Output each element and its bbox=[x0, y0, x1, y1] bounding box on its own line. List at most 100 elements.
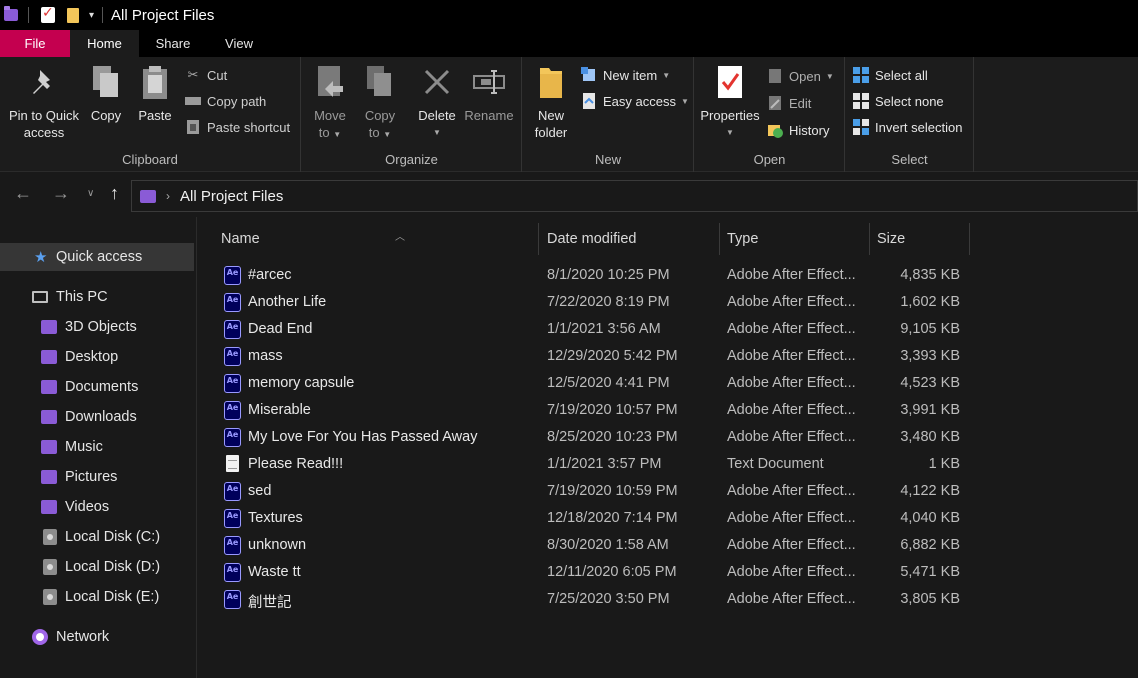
sidebar-item-label: Desktop bbox=[65, 349, 119, 365]
sidebar-item-pictures[interactable]: Pictures bbox=[0, 463, 194, 491]
file-date-modified: 8/30/2020 1:58 AM bbox=[547, 537, 669, 553]
delete-label: Delete bbox=[418, 108, 456, 123]
pin-to-quick-access-button[interactable]: Pin to Quick access bbox=[6, 63, 82, 141]
file-date-modified: 12/18/2020 7:14 PM bbox=[547, 510, 678, 526]
chevron-right-icon[interactable]: › bbox=[166, 189, 170, 203]
column-header-label: Name bbox=[221, 231, 260, 247]
back-arrow-icon[interactable]: ← bbox=[14, 183, 32, 204]
sidebar-item-desktop[interactable]: Desktop bbox=[0, 343, 194, 371]
sidebar-item-local-disk-d[interactable]: Local Disk (D:) bbox=[0, 553, 194, 581]
select-all-button[interactable]: Select all bbox=[853, 64, 928, 86]
open-button[interactable]: Open ▼ bbox=[767, 65, 834, 87]
table-row[interactable]: Ae 創世記 7/25/2020 3:50 PM Adobe After Effect… bbox=[218, 586, 968, 613]
table-row[interactable]: Ae Miserable 7/19/2020 10:57 PM Adobe After… bbox=[218, 397, 968, 424]
navigation-pane: ★ Quick access This PC 3D Objects Deskto… bbox=[0, 217, 197, 678]
table-row[interactable]: Please Read!!! 1/1/2021 3:57 PM Text Docum… bbox=[218, 451, 968, 478]
folder-icon[interactable] bbox=[4, 6, 18, 21]
paste-shortcut-icon bbox=[185, 119, 201, 135]
file-size: 3,805 KB bbox=[900, 591, 960, 607]
easy-access-icon bbox=[581, 93, 597, 109]
address-bar[interactable]: › All Project Files bbox=[131, 180, 1138, 212]
rename-button[interactable]: Rename bbox=[464, 63, 514, 124]
new-folder-quick-icon[interactable] bbox=[67, 7, 79, 23]
sidebar-item-videos[interactable]: Videos bbox=[0, 493, 194, 521]
column-header-type[interactable]: Type bbox=[721, 223, 870, 255]
select-none-label: Select none bbox=[875, 93, 944, 109]
table-row[interactable]: Ae Another Life 7/22/2020 8:19 PM Adobe Aft… bbox=[218, 289, 968, 316]
select-all-label: Select all bbox=[875, 67, 928, 83]
column-header-size[interactable]: Size bbox=[871, 223, 970, 255]
table-row[interactable]: Ae unknown 8/30/2020 1:58 AM Adobe After Ef… bbox=[218, 532, 968, 559]
sidebar-item-label: Local Disk (C:) bbox=[65, 529, 161, 545]
address-path[interactable]: All Project Files bbox=[180, 188, 283, 205]
tab-file[interactable]: File bbox=[0, 30, 70, 57]
tab-share[interactable]: Share bbox=[139, 30, 207, 57]
recent-locations-chevron-icon[interactable]: ∨ bbox=[87, 188, 94, 199]
file-type: Adobe After Effect... bbox=[727, 537, 856, 553]
sidebar-item-downloads[interactable]: Downloads bbox=[0, 403, 194, 431]
disk-icon bbox=[43, 589, 57, 605]
chevron-down-icon: ▼ bbox=[433, 128, 441, 137]
copy-path-button[interactable]: Copy path bbox=[185, 90, 266, 112]
move-to-button[interactable]: Move to ▼ bbox=[308, 63, 352, 143]
copy-to-button[interactable]: Copy to ▼ bbox=[358, 63, 402, 143]
file-type: Adobe After Effect... bbox=[727, 564, 856, 580]
sidebar-item-local-disk-e[interactable]: Local Disk (E:) bbox=[0, 583, 194, 611]
clipboard-group-label: Clipboard bbox=[122, 152, 178, 167]
table-row[interactable]: Ae #arcec 8/1/2020 10:25 PM Adobe After Eff… bbox=[218, 262, 968, 289]
history-button[interactable]: History bbox=[767, 119, 829, 141]
copy-to-label-1: Copy bbox=[364, 108, 396, 123]
table-row[interactable]: Ae Waste tt 12/11/2020 6:05 PM Adobe After … bbox=[218, 559, 968, 586]
computer-icon bbox=[32, 291, 48, 303]
table-row[interactable]: Ae My Love For You Has Passed Away 8/25/20… bbox=[218, 424, 968, 451]
invert-selection-icon bbox=[853, 119, 869, 135]
file-type: Adobe After Effect... bbox=[727, 429, 856, 445]
file-name: Another Life bbox=[248, 294, 327, 310]
sidebar-item-music[interactable]: Music bbox=[0, 433, 194, 461]
paste-button[interactable]: Paste bbox=[132, 63, 178, 124]
file-size: 3,480 KB bbox=[900, 429, 960, 445]
properties-quick-icon[interactable] bbox=[41, 4, 55, 23]
table-row[interactable]: Ae sed 7/19/2020 10:59 PM Adobe After Effec… bbox=[218, 478, 968, 505]
file-size: 4,040 KB bbox=[900, 510, 960, 526]
up-arrow-icon[interactable]: ↑ bbox=[110, 183, 119, 204]
table-row[interactable]: Ae mass 12/29/2020 5:42 PM Adobe After Effe… bbox=[218, 343, 968, 370]
file-date-modified: 7/19/2020 10:57 PM bbox=[547, 402, 678, 418]
file-type: Adobe After Effect... bbox=[727, 510, 856, 526]
column-header-name[interactable]: ︿ Name bbox=[221, 223, 539, 255]
forward-arrow-icon[interactable]: → bbox=[52, 183, 70, 204]
sidebar-item-label: Downloads bbox=[65, 409, 137, 425]
folder-icon bbox=[140, 189, 156, 203]
tab-home[interactable]: Home bbox=[70, 30, 139, 57]
sidebar-item-3d-objects[interactable]: 3D Objects bbox=[0, 313, 194, 341]
organize-group: Move to ▼ Copy to ▼ Delete ▼ Rename Orga… bbox=[302, 57, 522, 172]
sidebar-item-network[interactable]: Network bbox=[0, 623, 194, 651]
table-row[interactable]: Ae Textures 12/18/2020 7:14 PM Adobe After … bbox=[218, 505, 968, 532]
invert-selection-button[interactable]: Invert selection bbox=[853, 116, 962, 138]
new-folder-button[interactable]: New folder bbox=[529, 63, 573, 141]
sidebar-item-this-pc[interactable]: This PC bbox=[0, 283, 194, 311]
sidebar-item-documents[interactable]: Documents bbox=[0, 373, 194, 401]
move-to-label-2-text: to bbox=[318, 125, 330, 140]
select-none-button[interactable]: Select none bbox=[853, 90, 944, 112]
tab-view[interactable]: View bbox=[207, 30, 271, 57]
customize-toolbar-dropdown-icon[interactable]: ▾ bbox=[89, 10, 94, 21]
column-header-date-modified[interactable]: Date modified bbox=[541, 223, 720, 255]
ribbon-tabs: File Home Share View bbox=[0, 30, 1138, 57]
new-item-button[interactable]: New item ▼ bbox=[581, 64, 670, 86]
column-header-label: Size bbox=[877, 231, 906, 247]
file-date-modified: 12/5/2020 4:41 PM bbox=[547, 375, 670, 391]
easy-access-button[interactable]: Easy access ▼ bbox=[581, 90, 689, 112]
table-row[interactable]: Ae memory capsule 12/5/2020 4:41 PM Adobe A… bbox=[218, 370, 968, 397]
cut-button[interactable]: ✂ Cut bbox=[185, 64, 228, 86]
delete-button[interactable]: Delete ▼ bbox=[414, 63, 460, 141]
sidebar-item-quick-access[interactable]: ★ Quick access bbox=[0, 243, 194, 271]
paste-shortcut-button[interactable]: Paste shortcut bbox=[185, 116, 290, 138]
properties-button[interactable]: Properties ▼ bbox=[699, 63, 761, 141]
chevron-down-icon: ▼ bbox=[726, 128, 734, 137]
edit-button[interactable]: Edit bbox=[767, 92, 811, 114]
file-size: 1 KB bbox=[928, 456, 960, 472]
sidebar-item-local-disk-c[interactable]: Local Disk (C:) bbox=[0, 523, 194, 551]
copy-button[interactable]: Copy bbox=[84, 63, 128, 124]
table-row[interactable]: Ae Dead End 1/1/2021 3:56 AM Adobe After Ef… bbox=[218, 316, 968, 343]
